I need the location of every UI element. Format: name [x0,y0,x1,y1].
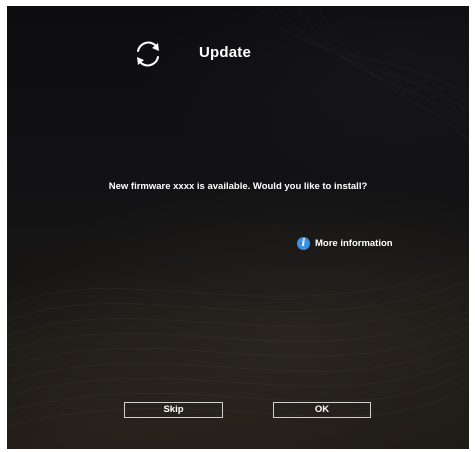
info-icon: i [297,236,310,250]
update-screen: Update New firmware xxxx is available. W… [7,6,469,449]
dialog-header: Update [7,38,469,78]
ok-button[interactable]: OK [273,402,371,418]
more-information-link[interactable]: i More information [297,235,393,251]
page-title: Update [199,44,252,61]
refresh-icon [137,41,159,67]
more-information-label: More information [315,237,393,249]
firmware-message: New firmware xxxx is available. Would yo… [108,181,368,192]
skip-button[interactable]: Skip [124,402,223,418]
